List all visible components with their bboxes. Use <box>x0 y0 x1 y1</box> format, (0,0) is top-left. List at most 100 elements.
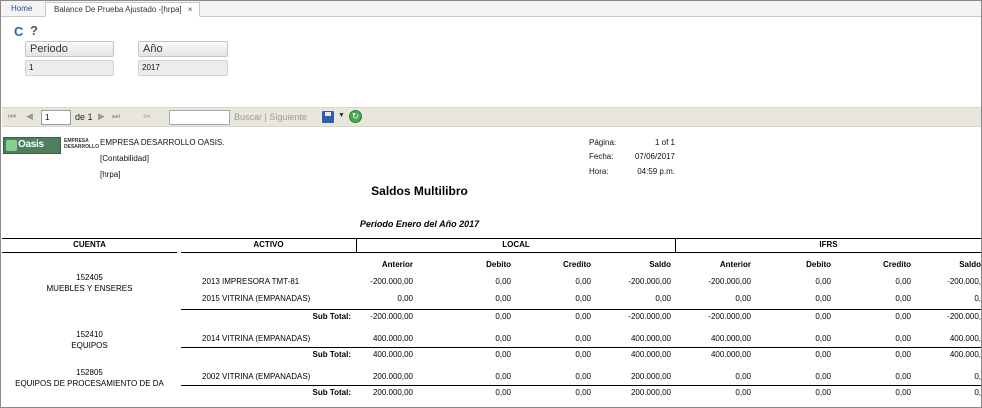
refresh-icon[interactable]: C <box>14 24 23 39</box>
hora-label: Hora: <box>589 167 609 176</box>
logo-text: Oasis <box>18 139 44 150</box>
fecha-value: 07/06/2017 <box>634 152 675 161</box>
export-save-icon[interactable] <box>322 111 334 123</box>
report-code: [hrpa] <box>100 170 121 179</box>
subtotal-value-cell: 0,00 <box>895 388 911 397</box>
subtotal-value-cell: 0,00 <box>735 388 751 397</box>
value-cell: 0, <box>974 372 981 381</box>
prev-page-icon[interactable]: ◀ <box>26 111 33 122</box>
find-next-link[interactable]: Buscar | Siguiente <box>234 112 307 122</box>
tab-bar: Home Balance De Prueba Ajustado -[hrpa] … <box>1 1 981 17</box>
periodo-label: Periodo <box>25 41 114 57</box>
subtotal-value-cell: 400.000,00 <box>630 350 671 359</box>
value-cell: 200.000,00 <box>630 372 671 381</box>
search-input[interactable] <box>169 110 230 125</box>
subtotal-value-cell: 0,00 <box>495 388 511 397</box>
hora-value: 04:59 p.m. <box>637 167 675 176</box>
value-cell: -200.000,00 <box>628 277 671 286</box>
value-cell: 0,00 <box>895 334 911 343</box>
subtotal-label: Sub Total: <box>312 312 351 321</box>
logo-subtitle: EMPRESA DESARROLLO <box>64 138 99 150</box>
subtotal-value-cell: 0,00 <box>575 350 591 359</box>
subtotal-value-cell: 0,00 <box>815 388 831 397</box>
tab-balance-label: Balance De Prueba Ajustado -[hrpa] <box>54 5 182 14</box>
subheader-saldo-local: Saldo <box>649 260 671 269</box>
value-cell: 0,00 <box>895 294 911 303</box>
value-cell: 0,00 <box>895 372 911 381</box>
subtotal-value-cell: 0,00 <box>495 312 511 321</box>
subtotal-value-cell: 400.000, <box>949 350 981 359</box>
subtotal-label: Sub Total: <box>312 388 351 397</box>
subtotal-value-cell: 0,00 <box>895 350 911 359</box>
page-number-input[interactable]: 1 <box>41 110 71 125</box>
next-page-icon[interactable]: ▶ <box>98 111 105 122</box>
close-tab-icon[interactable]: × <box>188 3 193 16</box>
periodo-field[interactable]: 1 <box>25 60 114 76</box>
report-title: Saldos Multilibro <box>371 184 468 198</box>
value-cell: -200.000,00 <box>370 277 413 286</box>
ano-field[interactable]: 2017 <box>138 60 228 76</box>
subtotal-value-cell: 0,00 <box>815 350 831 359</box>
value-cell: 0,00 <box>735 372 751 381</box>
last-page-icon[interactable]: ⏭ <box>112 111 120 122</box>
header-cuenta: CUENTA <box>73 240 106 249</box>
first-page-icon[interactable]: ⏮ <box>8 111 16 122</box>
subtotal-value-cell: -200.000,00 <box>370 312 413 321</box>
value-cell: 0,00 <box>495 294 511 303</box>
asset-description: 2013 IMPRESORA TMT-81 <box>202 277 300 286</box>
app-window: Home Balance De Prueba Ajustado -[hrpa] … <box>0 0 982 408</box>
value-cell: 400.000,00 <box>630 334 671 343</box>
value-cell: 0,00 <box>655 294 671 303</box>
value-cell: 400.000, <box>949 334 981 343</box>
value-cell: 0,00 <box>495 334 511 343</box>
value-cell: 0,00 <box>575 277 591 286</box>
help-icon[interactable]: ? <box>30 23 38 38</box>
header-divider-local <box>356 238 357 253</box>
subtotal-label: Sub Total: <box>312 350 351 359</box>
tab-home[interactable]: Home <box>3 2 40 17</box>
value-cell: 0,00 <box>815 277 831 286</box>
header-activo: ACTIVO <box>253 240 284 249</box>
value-cell: 0,00 <box>735 294 751 303</box>
subtotal-value-cell: 0,00 <box>895 312 911 321</box>
subtotal-value-cell: 0, <box>974 388 981 397</box>
value-cell: 0,00 <box>495 277 511 286</box>
value-cell: 0,00 <box>575 372 591 381</box>
value-cell: 400.000,00 <box>710 334 751 343</box>
value-cell: 0,00 <box>575 294 591 303</box>
subtotal-value-cell: -200.000,00 <box>628 312 671 321</box>
header-ifrs: IFRS <box>819 240 838 249</box>
header-local: LOCAL <box>502 240 530 249</box>
value-cell: 0,00 <box>815 294 831 303</box>
back-icon[interactable]: ⇦ <box>143 111 151 122</box>
report-period: Periodo Enero del Año 2017 <box>359 219 480 229</box>
subtotal-line <box>181 347 981 348</box>
value-cell: 0,00 <box>895 277 911 286</box>
pagina-label: Página: <box>589 138 617 147</box>
value-cell: -200.000, <box>947 277 981 286</box>
subheader-credito-ifrs: Credito <box>883 260 911 269</box>
account-code: 152805 <box>76 368 103 377</box>
value-cell: 0,00 <box>575 334 591 343</box>
header-line-activo <box>181 252 356 253</box>
account-code: 152410 <box>76 330 103 339</box>
value-cell: -200.000,00 <box>708 277 751 286</box>
account-name: EQUIPOS DE PROCESAMIENTO DE DA <box>15 379 164 388</box>
value-cell: 0,00 <box>397 294 413 303</box>
subtotal-value-cell: 200.000,00 <box>630 388 671 397</box>
company-name: EMPRESA DESARROLLO OASIS. <box>100 138 225 147</box>
header-line-values <box>357 252 981 253</box>
asset-description: 2002 VITRINA (EMPANADAS) <box>202 372 311 381</box>
tab-balance-report[interactable]: Balance De Prueba Ajustado -[hrpa] × <box>45 2 200 17</box>
subheader-anterior-ifrs: Anterior <box>719 260 751 269</box>
report-refresh-icon[interactable]: ↻ <box>349 110 362 123</box>
logo-mark-icon <box>6 140 17 151</box>
value-cell: 200.000,00 <box>372 372 413 381</box>
fecha-label: Fecha: <box>589 152 614 161</box>
subtotal-line <box>181 385 981 386</box>
subtotal-line <box>181 309 981 310</box>
module-name: [Contabilidad] <box>100 154 149 163</box>
subtotal-value-cell: 0,00 <box>495 350 511 359</box>
value-cell: 400.000,00 <box>372 334 413 343</box>
export-dropdown-icon[interactable]: ▼ <box>338 112 345 119</box>
